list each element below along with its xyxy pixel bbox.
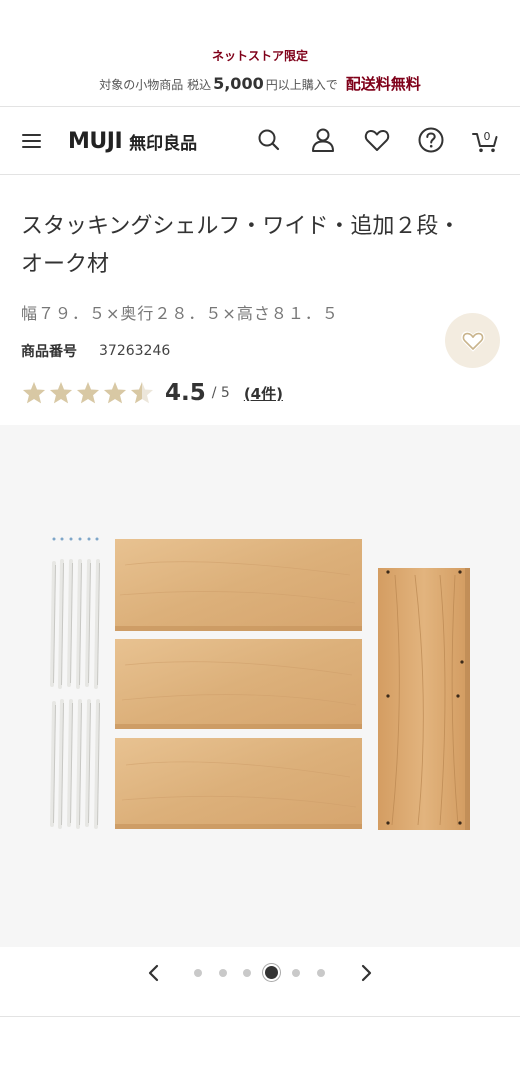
promo-line-suffix: 円以上購入で (265, 78, 338, 92)
rating-stars (21, 380, 155, 406)
promo-banner: ネットストア限定 対象の小物商品 税込 5,000 円以上購入で 配送料無料 (0, 0, 520, 106)
star-icon (50, 382, 72, 404)
star-icon (23, 382, 45, 404)
review-count-link[interactable]: (4件) (244, 383, 283, 404)
carousel-dot[interactable] (292, 969, 300, 977)
carousel-dot[interactable] (316, 969, 325, 977)
rating-max: / 5 (211, 385, 230, 401)
carousel-dot[interactable] (265, 966, 278, 979)
chevron-left-icon (148, 964, 159, 982)
star-icon (77, 382, 99, 404)
rating: 4.5 / 5 (4件) (21, 378, 283, 408)
product-image (0, 425, 520, 947)
chevron-right-icon (361, 964, 372, 982)
carousel-dot[interactable] (194, 969, 202, 977)
help-icon[interactable] (416, 125, 446, 155)
carousel-dot[interactable] (243, 969, 251, 977)
promo-free-shipping: 配送料無料 (345, 75, 421, 93)
star-icon (104, 382, 126, 404)
product-title: スタッキングシェルフ・ワイド・追加２段・オーク材 (21, 214, 461, 277)
favorite-button[interactable] (445, 313, 500, 368)
heart-icon[interactable] (362, 125, 392, 155)
logo-jp: 無印良品 (129, 133, 198, 154)
site-header: MUJI 無印良品 0 (0, 107, 520, 174)
promo-line-prefix: 対象の小物商品 税込 (99, 78, 212, 92)
muji-logo[interactable]: MUJI 無印良品 (68, 128, 197, 154)
divider (0, 174, 520, 175)
heart-icon (460, 330, 485, 351)
promo-line: 対象の小物商品 税込 5,000 円以上購入で 配送料無料 (0, 73, 520, 94)
rating-score: 4.5 (165, 380, 206, 406)
menu-icon[interactable] (22, 132, 44, 150)
product-number: 商品番号 37263246 (21, 341, 170, 361)
logo-text: MUJI (68, 128, 123, 154)
promo-amount: 5,000 (213, 74, 264, 93)
promo-title: ネットストア限定 (211, 49, 308, 63)
cart-icon[interactable]: 0 (470, 125, 500, 155)
search-icon[interactable] (254, 125, 284, 155)
product-number-label: 商品番号 (21, 344, 77, 360)
product-size: 幅７９．５×奥行２８．５×高さ８１．５ (21, 304, 339, 323)
carousel-next-button[interactable] (354, 961, 378, 985)
account-icon[interactable] (308, 125, 338, 155)
carousel-dots (190, 966, 330, 980)
carousel-dot[interactable] (218, 969, 227, 977)
product-number-value: 37263246 (99, 343, 171, 359)
divider (0, 1016, 520, 1017)
cart-count: 0 (484, 130, 491, 143)
carousel-prev-button[interactable] (142, 961, 166, 985)
product-photo (50, 537, 470, 830)
star-icon (131, 382, 153, 404)
image-carousel-nav (0, 948, 520, 998)
